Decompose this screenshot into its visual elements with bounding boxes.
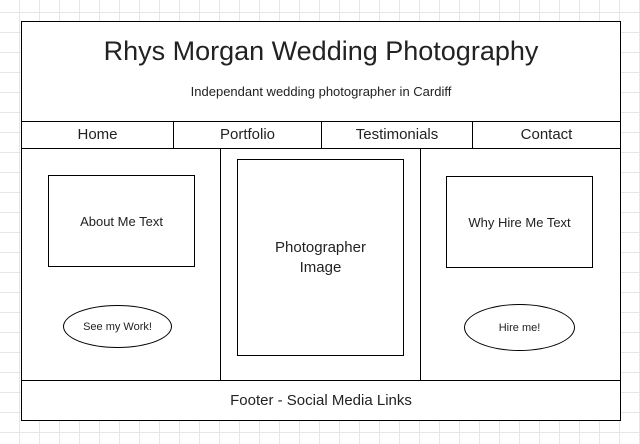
nav-item-contact[interactable]: Contact [473, 122, 620, 148]
see-my-work-button[interactable]: See my Work! [63, 305, 172, 348]
nav-item-portfolio[interactable]: Portfolio [174, 122, 321, 148]
nav-item-home[interactable]: Home [22, 122, 173, 148]
about-me-text-box: About Me Text [48, 175, 195, 267]
site-title: Rhys Morgan Wedding Photography [103, 36, 539, 66]
site-subtitle: Independant wedding photographer in Card… [190, 84, 452, 99]
nav-item-testimonials[interactable]: Testimonials [322, 122, 472, 148]
photographer-image-placeholder: Photographer Image [237, 159, 404, 356]
nav-bar: Home Portfolio Testimonials Contact [22, 121, 620, 149]
column-divider [220, 148, 221, 380]
why-hire-me-text-box: Why Hire Me Text [446, 176, 593, 268]
hire-me-button[interactable]: Hire me! [464, 304, 575, 351]
footer: Footer - Social Media Links [22, 380, 620, 421]
column-divider [420, 148, 421, 380]
wireframe-page: Rhys Morgan Wedding Photography Independ… [21, 21, 621, 421]
footer-text: Footer - Social Media Links [230, 392, 412, 409]
